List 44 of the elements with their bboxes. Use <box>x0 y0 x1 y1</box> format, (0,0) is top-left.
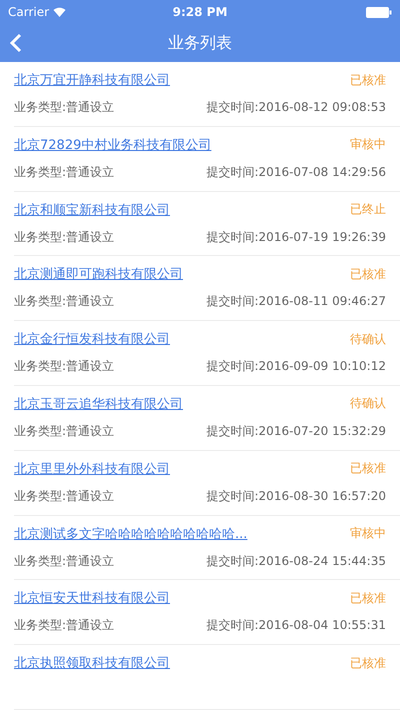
business-type: 业务类型:普通设立 <box>14 617 114 634</box>
company-link[interactable]: 北京72829中村业务科技有限公司 <box>14 136 212 154</box>
status-label: 已核准 <box>350 460 386 478</box>
status-label: 已核准 <box>350 654 386 672</box>
submit-time: 提交时间:2016-08-30 16:57:20 <box>206 488 386 505</box>
battery-icon <box>366 6 392 18</box>
wifi-icon <box>53 7 66 17</box>
submit-time: 提交时间:2016-08-04 10:55:31 <box>206 617 386 634</box>
business-type: 业务类型:普通设立 <box>14 488 114 505</box>
business-type: 业务类型:普通设立 <box>14 99 114 116</box>
submit-time: 提交时间:2016-08-24 15:44:35 <box>206 552 386 570</box>
company-link[interactable]: 北京执照领取科技有限公司 <box>14 654 170 672</box>
company-link[interactable]: 北京万宜开静科技有限公司 <box>14 71 170 89</box>
company-link[interactable]: 北京测试多文字哈哈哈哈哈哈哈哈哈哈... <box>14 524 248 543</box>
company-link[interactable]: 北京金行恒发科技有限公司 <box>14 330 170 348</box>
submit-time: 提交时间:2016-07-19 19:26:39 <box>206 228 386 246</box>
submit-time: 提交时间:2016-09-09 10:10:12 <box>206 358 386 376</box>
company-link[interactable]: 北京玉哥云追华科技有限公司 <box>14 394 183 413</box>
status-label: 已核准 <box>350 266 386 283</box>
company-link[interactable]: 北京恒安天世科技有限公司 <box>14 589 170 608</box>
business-type: 业务类型:普通设立 <box>14 293 114 310</box>
submit-time: 提交时间:2016-08-12 09:08:53 <box>206 99 386 116</box>
page-title: 业务列表 <box>168 32 232 54</box>
back-icon[interactable] <box>10 33 22 53</box>
company-link[interactable]: 北京里里外外科技有限公司 <box>14 460 170 478</box>
clock-time: 9:28 PM <box>172 5 228 19</box>
company-link[interactable]: 北京和顺宝新科技有限公司 <box>14 200 170 219</box>
submit-time: 提交时间:2016-08-11 09:46:27 <box>206 293 386 310</box>
business-type: 业务类型:普通设立 <box>14 422 114 440</box>
business-type: 业务类型:普通设立 <box>14 164 114 181</box>
submit-time: 提交时间:2016-07-20 15:32:29 <box>206 422 386 440</box>
status-label: 审核中 <box>350 136 386 154</box>
business-type: 业务类型:普通设立 <box>14 552 114 570</box>
business-type: 业务类型:普通设立 <box>14 358 114 376</box>
status-label: 已核准 <box>350 590 386 607</box>
status-label: 已核准 <box>350 72 386 88</box>
company-link[interactable]: 北京测通即可跑科技有限公司 <box>14 265 183 284</box>
carrier-name: Carrier <box>8 5 50 19</box>
submit-time: 提交时间:2016-07-08 14:29:56 <box>206 164 386 181</box>
business-type: 业务类型:普通设立 <box>14 228 114 246</box>
status-label: 待确认 <box>350 395 386 412</box>
status-label: 已终止 <box>350 201 386 218</box>
status-label: 待确认 <box>350 330 386 348</box>
status-label: 审核中 <box>350 525 386 542</box>
